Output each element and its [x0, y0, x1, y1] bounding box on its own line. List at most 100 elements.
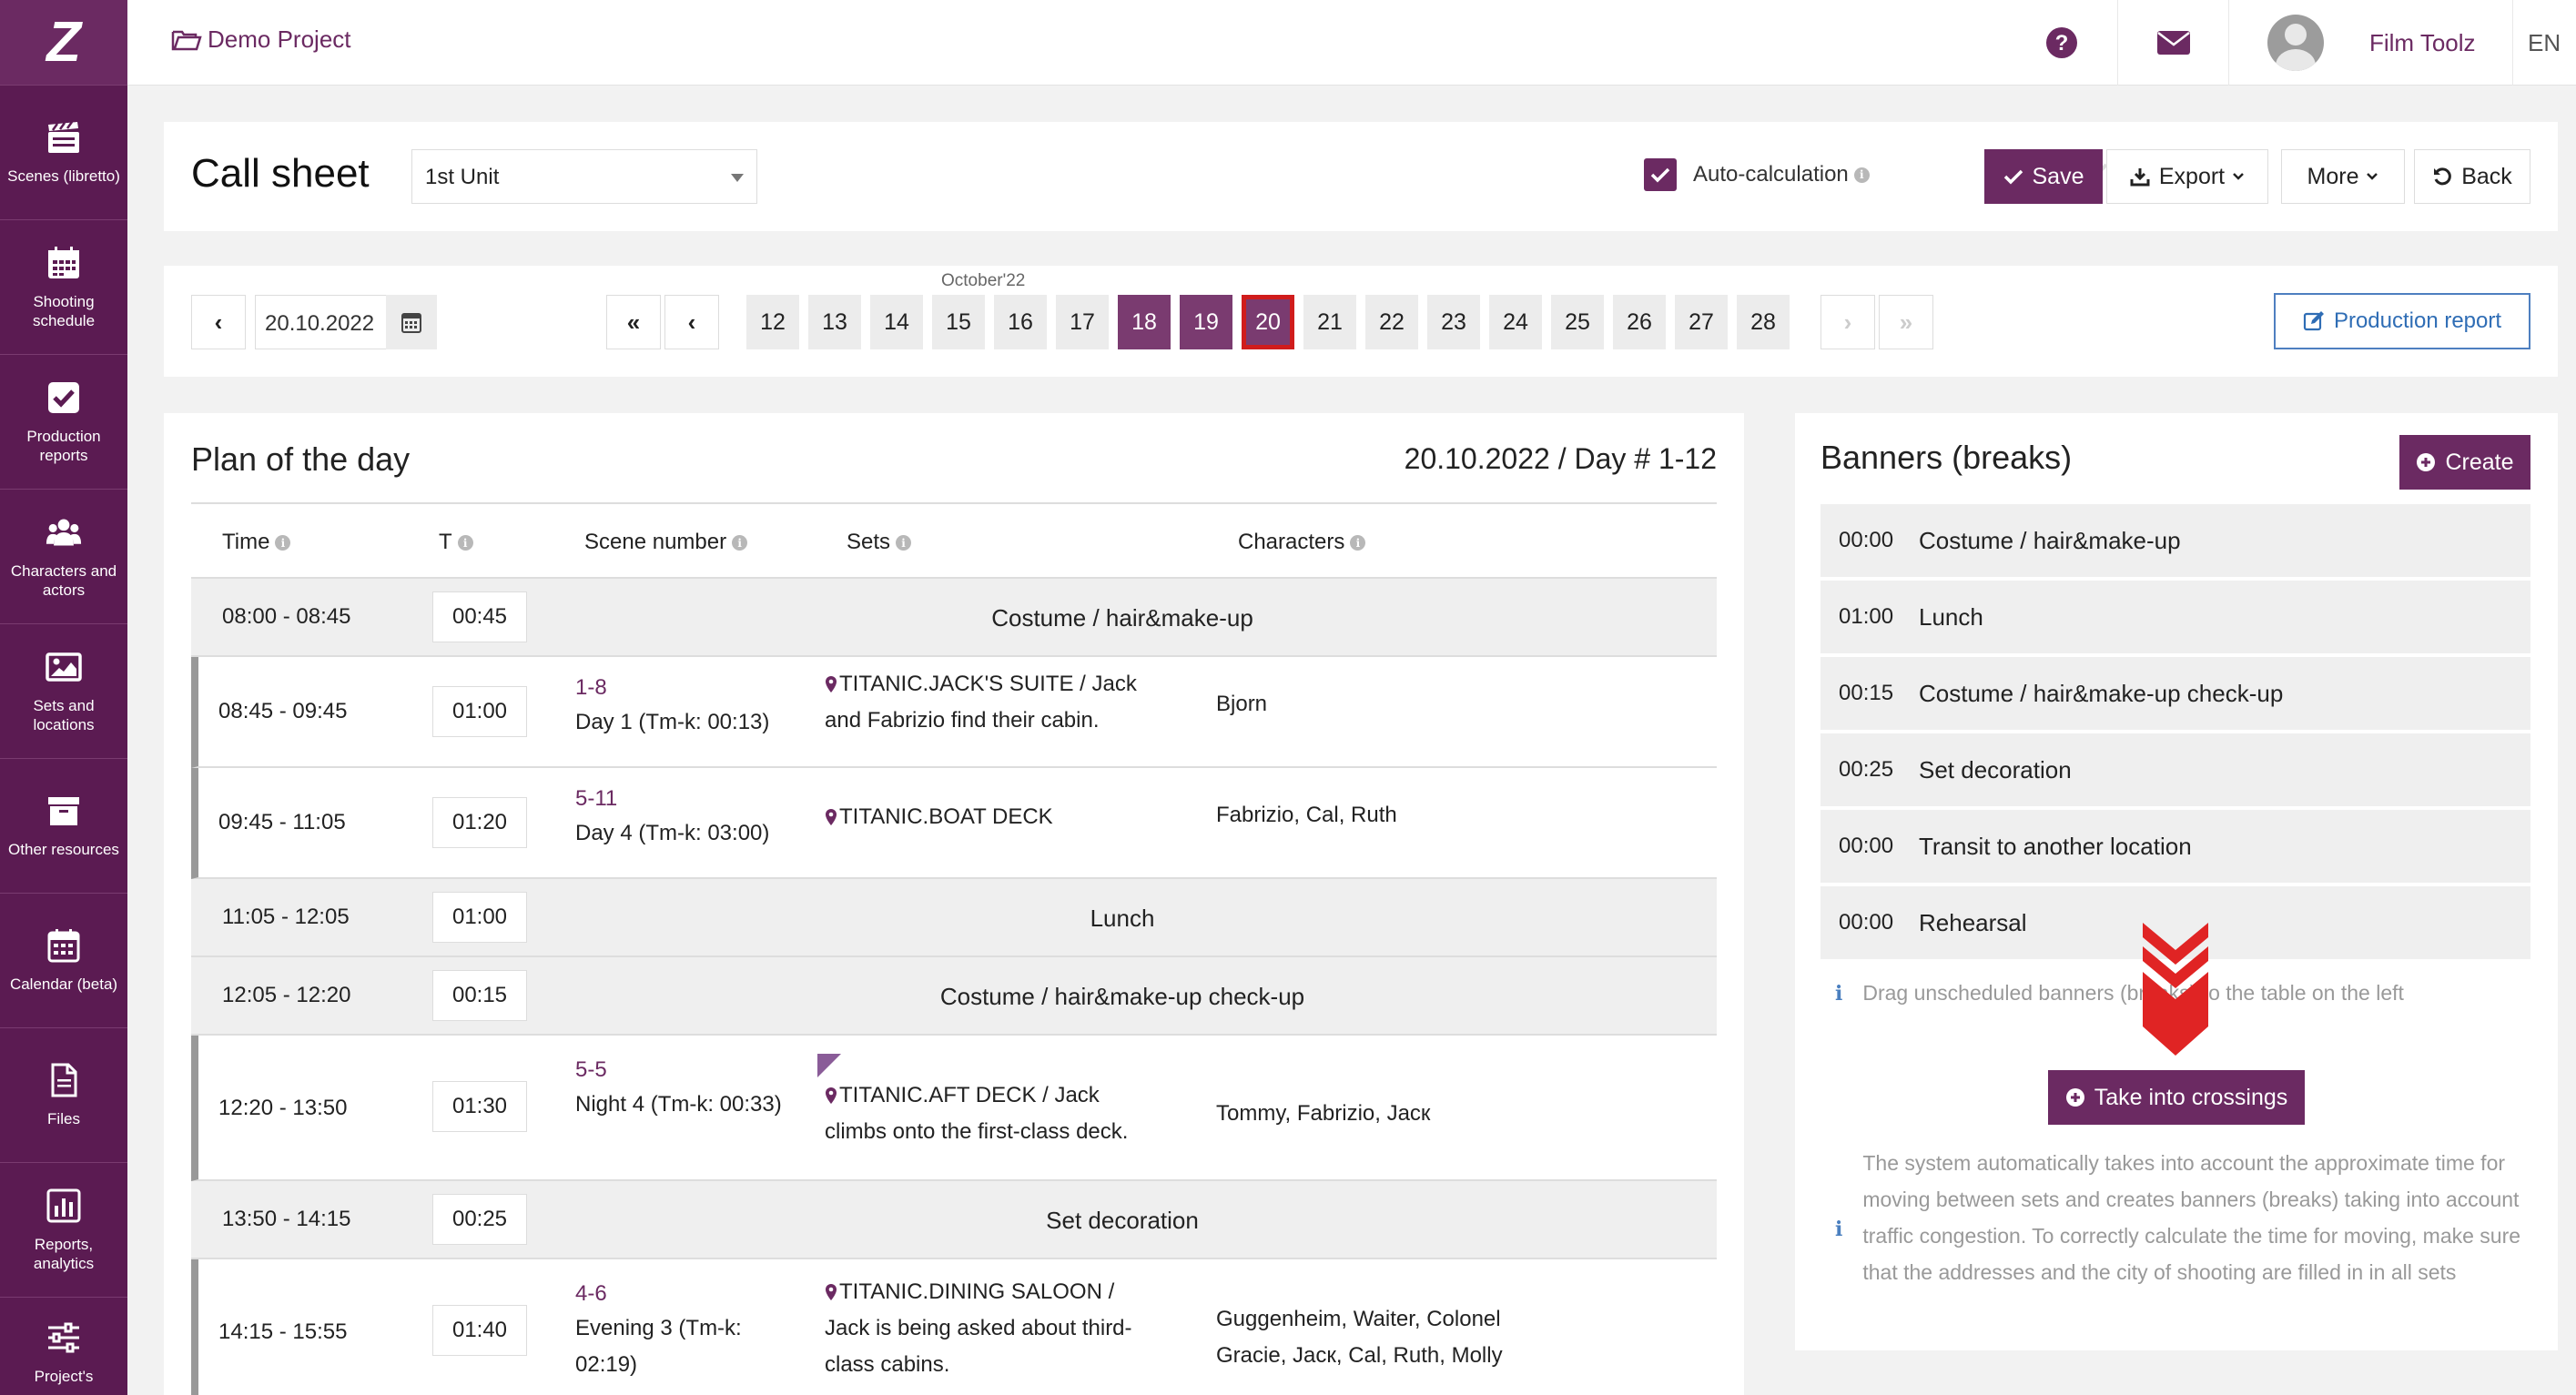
chevron-down-icon [2233, 173, 2245, 180]
calendar-picker-button[interactable] [386, 295, 437, 349]
day-button[interactable]: 23 [1427, 295, 1480, 349]
duration-field[interactable]: 01:00 [432, 892, 527, 943]
take-into-crossings-button[interactable]: Take into crossings [2048, 1070, 2305, 1125]
day-button[interactable]: 21 [1303, 295, 1356, 349]
nav-characters-actors[interactable]: Characters and actors [0, 490, 127, 624]
info-icon[interactable]: i [457, 535, 473, 551]
create-banner-button[interactable]: Create [2399, 435, 2530, 490]
table-row-scene[interactable]: 12:20 - 13:50 01:30 5-5 Night 4 (Tm-k: 0… [191, 1036, 1717, 1181]
scene-number-link[interactable]: 5-5 [575, 1057, 607, 1083]
banner-time: 00:00 [1839, 834, 1894, 858]
set-cell: TITANIC.AFT DECK / Jack climbs onto the … [825, 1077, 1152, 1150]
user-menu[interactable]: Film Toolz [2228, 0, 2512, 86]
table-row-banner[interactable]: 08:00 - 08:45 00:45 Costume / hair&make-… [191, 579, 1717, 657]
day-button[interactable]: 13 [808, 295, 861, 349]
day-button[interactable]: 28 [1737, 295, 1790, 349]
day-button-selected[interactable]: 19 [1180, 295, 1232, 349]
banner-time: 00:15 [1839, 681, 1894, 705]
previous-date-button[interactable]: ‹ [191, 295, 246, 349]
double-chevron-right-icon: » [1899, 308, 1913, 336]
production-report-button[interactable]: Production report [2274, 293, 2530, 349]
table-row-scene[interactable]: 08:45 - 09:45 01:00 1-8 Day 1 (Tm-k: 00:… [191, 657, 1717, 768]
day-button[interactable]: 26 [1613, 295, 1666, 349]
banner-item[interactable]: 00:15 Costume / hair&make-up check-up [1820, 657, 2530, 730]
scene-number-link[interactable]: 4-6 [575, 1281, 607, 1307]
info-icon[interactable]: i [896, 535, 912, 551]
sliders-icon [46, 1319, 82, 1356]
day-button[interactable]: 22 [1365, 295, 1418, 349]
nav-other-resources[interactable]: Other resources [0, 759, 127, 894]
duration-field[interactable]: 01:30 [432, 1081, 527, 1132]
nav-scenes[interactable]: Scenes (libretto) [0, 86, 127, 220]
duration-field[interactable]: 00:25 [432, 1194, 527, 1245]
day-button[interactable]: 14 [870, 295, 923, 349]
prev-page-button[interactable]: ‹ [664, 295, 719, 349]
chevron-left-icon: ‹ [687, 308, 696, 336]
duration-field[interactable]: 01:00 [432, 686, 527, 737]
nav-project-settings[interactable]: Project's [0, 1298, 127, 1395]
characters-cell: Bjorn [1216, 692, 1268, 716]
language-switch[interactable]: EN [2512, 0, 2576, 86]
nav-shooting-schedule[interactable]: Shooting schedule [0, 220, 127, 355]
nav-production-reports[interactable]: Production reports [0, 355, 127, 490]
edit-icon [2303, 311, 2324, 331]
info-icon[interactable]: i [275, 535, 291, 551]
set-name: TITANIC.AFT DECK / Jack climbs onto the … [825, 1083, 1129, 1144]
info-icon[interactable]: i [1350, 535, 1366, 551]
save-button[interactable]: Save [1984, 149, 2103, 204]
duration-field[interactable]: 01:40 [432, 1305, 527, 1356]
help-button[interactable]: ? [2006, 0, 2117, 86]
day-button-selected[interactable]: 18 [1118, 295, 1171, 349]
info-icon[interactable]: i [1853, 167, 1870, 183]
messages-button[interactable] [2117, 0, 2228, 86]
duration-field[interactable]: 01:20 [432, 797, 527, 848]
row-time: 09:45 - 11:05 [218, 810, 346, 834]
banner-item[interactable]: 00:00 Transit to another location [1820, 810, 2530, 883]
last-page-button[interactable]: » [1879, 295, 1933, 349]
table-row-scene[interactable]: 09:45 - 11:05 01:20 5-11 Day 4 (Tm-k: 03… [191, 768, 1717, 879]
info-icon[interactable]: i [732, 535, 748, 551]
day-label: 27 [1689, 308, 1714, 335]
column-sets: Sets i [847, 530, 912, 555]
duration-field[interactable]: 00:45 [432, 591, 527, 642]
date-input[interactable]: 20.10.2022 [255, 295, 401, 349]
back-button[interactable]: Back [2414, 149, 2530, 204]
day-button[interactable]: 17 [1056, 295, 1109, 349]
day-button-current[interactable]: 20 [1242, 295, 1294, 349]
day-button[interactable]: 24 [1489, 295, 1542, 349]
export-button[interactable]: Export [2106, 149, 2268, 204]
duration-field[interactable]: 00:15 [432, 970, 527, 1021]
app-logo[interactable]: Z [0, 0, 127, 86]
day-button[interactable]: 25 [1551, 295, 1604, 349]
auto-calculation-checkbox[interactable] [1644, 158, 1677, 191]
nav-reports-analytics[interactable]: Reports, analytics [0, 1163, 127, 1298]
day-button[interactable]: 16 [994, 295, 1047, 349]
unit-select[interactable]: 1st Unit [411, 149, 757, 204]
first-page-button[interactable]: « [606, 295, 661, 349]
scene-day: Day 1 (Tm-k: 00:13) [575, 710, 770, 734]
more-button[interactable]: More [2281, 149, 2405, 204]
scene-number-link[interactable]: 1-8 [575, 675, 607, 701]
day-label: 24 [1503, 308, 1528, 335]
nav-calendar[interactable]: Calendar (beta) [0, 894, 127, 1028]
table-row-banner[interactable]: 13:50 - 14:15 00:25 Set decoration [191, 1181, 1717, 1259]
nav-sets-locations[interactable]: Sets and locations [0, 624, 127, 759]
next-page-button[interactable]: › [1820, 295, 1875, 349]
table-row-scene[interactable]: 14:15 - 15:55 01:40 4-6 Evening 3 (Tm-k:… [191, 1259, 1717, 1395]
banner-item[interactable]: 00:25 Set decoration [1820, 733, 2530, 806]
day-button[interactable]: 27 [1675, 295, 1728, 349]
column-t: Ti [439, 530, 473, 555]
set-cell: TITANIC.BOAT DECK [825, 799, 1152, 835]
language-label: EN [2528, 28, 2561, 56]
day-button[interactable]: 15 [932, 295, 985, 349]
sidebar: Z Scenes (libretto) Shooting schedule Pr… [0, 0, 127, 1395]
table-row-banner[interactable]: 12:05 - 12:20 00:15 Costume / hair&make-… [191, 957, 1717, 1036]
project-link[interactable]: Demo Project [171, 25, 351, 54]
nav-files[interactable]: Files [0, 1028, 127, 1163]
banner-item[interactable]: 00:00 Costume / hair&make-up [1820, 504, 2530, 577]
info-icon: i [1835, 981, 1843, 1006]
table-row-banner[interactable]: 11:05 - 12:05 01:00 Lunch [191, 879, 1717, 957]
day-button[interactable]: 12 [746, 295, 799, 349]
scene-number-link[interactable]: 5-11 [575, 786, 617, 812]
banner-item[interactable]: 01:00 Lunch [1820, 581, 2530, 653]
